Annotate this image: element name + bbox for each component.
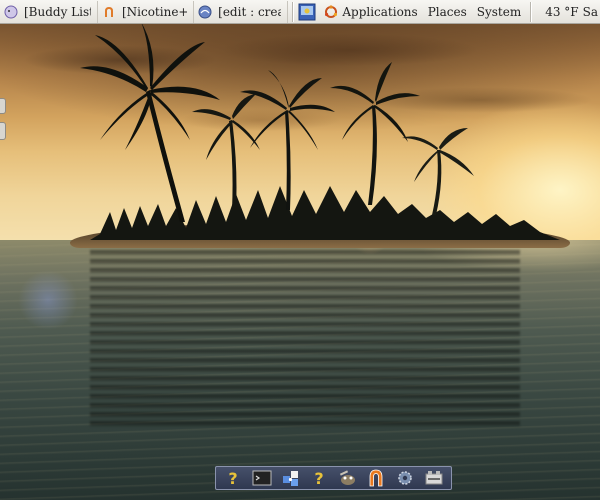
task-label: [Nicotine+ L... [121, 4, 188, 19]
drive-icon [425, 471, 443, 485]
editor-icon [198, 5, 212, 18]
nicotine-icon [104, 6, 113, 17]
svg-text:?: ? [315, 469, 324, 488]
pidgin-icon [4, 5, 18, 18]
ubuntu-logo-icon [325, 4, 338, 18]
task-label: [edit : creati... [218, 4, 280, 19]
bottom-dock: ? ? [215, 466, 452, 490]
desktop-wallpaper [0, 0, 600, 500]
svg-text:?: ? [229, 469, 238, 488]
palm-trees [80, 20, 560, 240]
dock-gimp-button[interactable] [337, 467, 359, 489]
weather-temperature: 43 °F [545, 4, 579, 19]
applications-label: Applications [342, 4, 418, 19]
help-icon: ? [229, 469, 238, 488]
dock-terminal-button[interactable] [251, 467, 273, 489]
magnet-icon [370, 469, 383, 487]
panel-separator [291, 1, 294, 22]
screenshot-icon [298, 3, 316, 20]
panel-separator [530, 1, 533, 22]
taskbar-item-buddy-list[interactable]: [Buddy List] [0, 0, 98, 23]
help-icon: ? [315, 469, 324, 488]
dock-nicotine-button[interactable] [365, 467, 387, 489]
top-panel: [Buddy List] [Nicotine+ L... [edit : cre… [0, 0, 600, 24]
desktop-edge-widget[interactable] [0, 122, 6, 140]
dock-puzzle-button[interactable] [280, 467, 302, 489]
places-menu[interactable]: Places [423, 1, 472, 23]
applications-menu[interactable]: Applications [319, 1, 422, 23]
system-label: System [476, 4, 522, 19]
screenshot-launcher[interactable] [298, 1, 318, 23]
dock-help-button[interactable]: ? [222, 467, 244, 489]
dock-drive-button[interactable] [423, 467, 445, 489]
places-label: Places [427, 4, 467, 19]
taskbar-item-nicotine[interactable]: [Nicotine+ L... [98, 0, 195, 23]
puzzle-icon [282, 471, 298, 486]
settings-icon [398, 471, 412, 485]
terminal-icon [252, 470, 272, 486]
weather-applet[interactable]: 43 °F Sa [536, 5, 600, 19]
task-label: [Buddy List] [24, 4, 91, 19]
dock-settings-button[interactable] [394, 467, 416, 489]
dock-help-button[interactable]: ? [308, 467, 330, 489]
gimp-icon [339, 470, 355, 485]
clock-label: Sa [582, 4, 599, 19]
taskbar-item-editor[interactable]: [edit : creati... [194, 0, 288, 23]
desktop-edge-widget[interactable] [0, 98, 6, 114]
system-menu[interactable]: System [472, 1, 526, 23]
